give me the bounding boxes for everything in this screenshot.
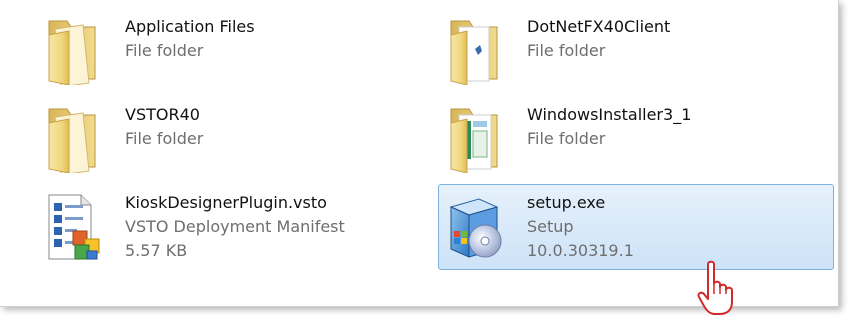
vsto-manifest-icon bbox=[43, 191, 107, 261]
file-item-setup-exe[interactable]: setup.exe Setup 10.0.30319.1 bbox=[438, 184, 834, 270]
file-name: Application Files bbox=[125, 17, 255, 36]
folder-with-content-icon bbox=[445, 103, 509, 174]
file-type: Setup bbox=[527, 217, 574, 236]
file-item-vstor40[interactable]: VSTOR40 File folder bbox=[38, 96, 408, 182]
file-name: KioskDesignerPlugin.vsto bbox=[125, 193, 327, 212]
setup-installer-icon bbox=[443, 191, 507, 261]
file-type: File folder bbox=[125, 41, 204, 60]
file-version: 10.0.30319.1 bbox=[527, 241, 634, 260]
file-type: File folder bbox=[527, 41, 606, 60]
file-name: WindowsInstaller3_1 bbox=[527, 105, 692, 124]
file-type: File folder bbox=[527, 129, 606, 148]
file-name: DotNetFX40Client bbox=[527, 17, 671, 36]
folder-with-content-icon bbox=[445, 15, 509, 86]
file-type: File folder bbox=[125, 129, 204, 148]
file-size: 5.57 KB bbox=[125, 241, 188, 260]
file-item-application-files[interactable]: Application Files File folder bbox=[38, 8, 408, 94]
file-item-kioskdesignerplugin-vsto[interactable]: KioskDesignerPlugin.vsto VSTO Deployment… bbox=[38, 184, 408, 270]
file-type: VSTO Deployment Manifest bbox=[125, 217, 345, 236]
file-name: setup.exe bbox=[527, 193, 606, 212]
folder-icon bbox=[43, 15, 107, 88]
file-name: VSTOR40 bbox=[125, 105, 200, 124]
folder-icon bbox=[43, 103, 107, 176]
file-item-dotnetfx40client[interactable]: DotNetFX40Client File folder bbox=[440, 8, 810, 94]
hand-pointer-icon bbox=[696, 260, 742, 316]
file-item-windowsinstaller3-1[interactable]: WindowsInstaller3_1 File folder bbox=[440, 96, 810, 182]
